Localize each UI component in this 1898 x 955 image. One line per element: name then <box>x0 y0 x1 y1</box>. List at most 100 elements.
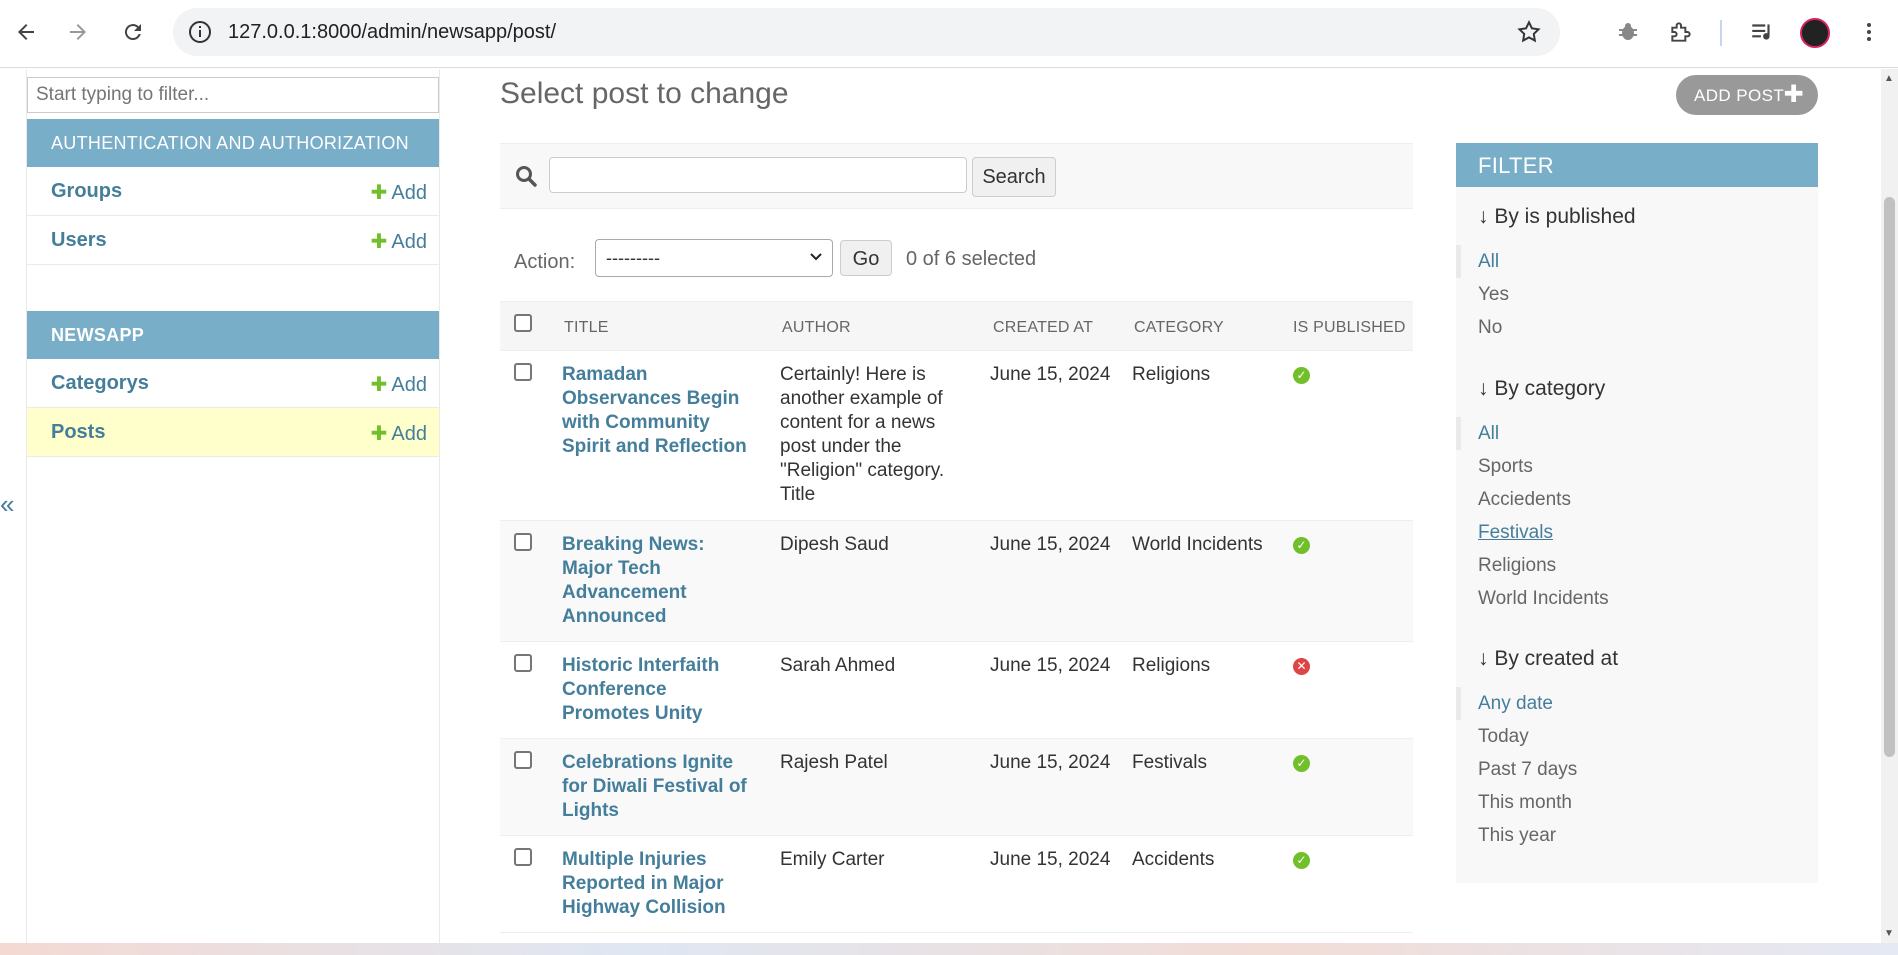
post-author: Certainly! Here is another example of co… <box>780 364 945 505</box>
filter-section-created-at: ↓ By created at Any date Today Past 7 da… <box>1456 647 1818 852</box>
post-category: Religions <box>1132 655 1211 676</box>
nav-filter-input[interactable] <box>27 77 439 113</box>
sidebar-collapse-toggle[interactable]: « <box>0 489 26 520</box>
row-checkbox[interactable] <box>514 533 532 551</box>
action-label: Action: <box>514 251 576 273</box>
published-true-icon: ✓ <box>1293 537 1310 554</box>
admin-page: « AUTHENTICATION AND AUTHORIZATION Group… <box>0 69 1898 943</box>
plus-icon: ✚ <box>1783 81 1804 108</box>
chevron-down-icon <box>808 248 824 269</box>
actions-bar: Action: --------- Go 0 of 6 selected <box>500 239 1413 287</box>
row-checkbox[interactable] <box>514 654 532 672</box>
add-link-categorys[interactable]: ✚ Add <box>371 372 427 397</box>
filter-choice-world-incidents[interactable]: World Incidents <box>1456 582 1818 615</box>
post-category: Accidents <box>1132 849 1215 870</box>
search-button[interactable]: Search <box>972 157 1056 197</box>
post-author: Emily Carter <box>780 849 885 870</box>
select-all-checkbox[interactable] <box>514 314 532 332</box>
action-select-value: --------- <box>606 248 660 268</box>
back-icon[interactable] <box>10 16 42 48</box>
column-header-title[interactable]: TITLE <box>564 319 609 337</box>
filter-choice-all[interactable]: All <box>1456 417 1818 450</box>
published-true-icon: ✓ <box>1293 755 1310 772</box>
row-checkbox[interactable] <box>514 848 532 866</box>
post-created-at: June 15, 2024 <box>990 849 1111 870</box>
filter-choice-sports[interactable]: Sports <box>1456 450 1818 483</box>
published-false-icon: ✕ <box>1293 658 1310 675</box>
column-header-category[interactable]: CATEGORY <box>1134 319 1224 337</box>
extensions-puzzle-icon[interactable] <box>1665 16 1697 48</box>
post-created-at: June 15, 2024 <box>990 752 1111 773</box>
post-title-link[interactable]: Multiple Injuries Reported in Major High… <box>562 848 742 920</box>
nav-sidebar: AUTHENTICATION AND AUTHORIZATION Groups … <box>26 69 440 943</box>
star-icon[interactable] <box>1516 19 1542 45</box>
column-header-is-published[interactable]: IS PUBLISHED <box>1293 319 1406 337</box>
scroll-down-icon[interactable]: ▼ <box>1884 928 1894 939</box>
model-link-groups[interactable]: Groups <box>51 180 122 203</box>
add-label: Add <box>391 423 427 445</box>
add-label: Add <box>391 231 427 253</box>
address-bar[interactable]: 127.0.0.1:8000/admin/newsapp/post/ <box>173 8 1560 56</box>
scroll-up-icon[interactable]: ▲ <box>1884 73 1894 84</box>
filter-choice-no[interactable]: No <box>1456 311 1818 344</box>
post-title-link[interactable]: Historic Interfaith Conference Promotes … <box>562 654 742 726</box>
forward-icon[interactable] <box>62 16 94 48</box>
sidebar-item-categorys: Categorys ✚ Add <box>27 359 439 408</box>
row-checkbox[interactable] <box>514 363 532 381</box>
add-link-posts[interactable]: ✚ Add <box>371 421 427 446</box>
filter-choice-this-year[interactable]: This year <box>1456 819 1818 852</box>
filter-choice-any-date[interactable]: Any date <box>1456 687 1818 720</box>
profile-avatar[interactable] <box>1800 18 1830 48</box>
go-button[interactable]: Go <box>840 240 892 276</box>
table-header: TITLE AUTHOR CREATED AT CATEGORY IS PUBL… <box>500 301 1413 351</box>
column-header-author[interactable]: AUTHOR <box>782 319 851 337</box>
media-queue-icon[interactable] <box>1746 16 1778 48</box>
search-toolbar: Search <box>500 143 1413 209</box>
search-input[interactable] <box>549 157 967 193</box>
post-title-link[interactable]: Ramadan Observances Begin with Community… <box>562 363 752 459</box>
row-checkbox[interactable] <box>514 751 532 769</box>
add-post-button[interactable]: ADD POST ✚ <box>1676 75 1818 115</box>
filter-choice-acciedents[interactable]: Acciedents <box>1456 483 1818 516</box>
column-header-created-at[interactable]: CREATED AT <box>993 319 1093 337</box>
filter-title-created-at[interactable]: ↓ By created at <box>1456 647 1818 671</box>
filter-choice-religions[interactable]: Religions <box>1456 549 1818 582</box>
filter-choice-yes[interactable]: Yes <box>1456 278 1818 311</box>
plus-icon: ✚ <box>370 231 388 253</box>
model-link-posts[interactable]: Posts <box>51 421 105 444</box>
info-icon[interactable] <box>187 19 213 45</box>
filter-title-category[interactable]: ↓ By category <box>1456 377 1818 401</box>
page-scrollbar[interactable]: ▲ ▼ <box>1881 69 1898 943</box>
result-list: TITLE AUTHOR CREATED AT CATEGORY IS PUBL… <box>500 301 1413 933</box>
reload-icon[interactable] <box>117 16 149 48</box>
search-icon <box>514 164 540 190</box>
app-caption-newsapp[interactable]: NEWSAPP <box>27 311 439 359</box>
more-menu-icon[interactable] <box>1853 16 1885 48</box>
filter-choice-festivals[interactable]: Festivals <box>1456 516 1818 549</box>
filter-choice-today[interactable]: Today <box>1456 720 1818 753</box>
filter-choice-past-7-days[interactable]: Past 7 days <box>1456 753 1818 786</box>
post-title-link[interactable]: Breaking News: Major Tech Advancement An… <box>562 533 732 629</box>
action-select[interactable]: --------- <box>595 239 833 277</box>
add-link-users[interactable]: ✚ Add <box>371 229 427 254</box>
add-link-groups[interactable]: ✚ Add <box>371 180 427 205</box>
page-title: Select post to change <box>500 77 789 110</box>
sidebar-item-groups: Groups ✚ Add <box>27 167 439 216</box>
model-link-categorys[interactable]: Categorys <box>51 372 149 395</box>
model-link-users[interactable]: Users <box>51 229 107 252</box>
extension-bug-icon[interactable] <box>1612 16 1644 48</box>
browser-toolbar: 127.0.0.1:8000/admin/newsapp/post/ <box>0 0 1898 68</box>
toolbar-divider <box>1720 20 1722 46</box>
scrollbar-thumb[interactable] <box>1884 197 1895 757</box>
filter-section-category: ↓ By category All Sports Acciedents Fest… <box>1456 377 1818 615</box>
post-title-link[interactable]: Celebrations Ignite for Diwali Festival … <box>562 751 752 823</box>
published-true-icon: ✓ <box>1293 367 1310 384</box>
sidebar-item-users: Users ✚ Add <box>27 216 439 265</box>
filter-section-is-published: ↓ By is published All Yes No <box>1456 205 1818 344</box>
filter-choice-all[interactable]: All <box>1456 245 1818 278</box>
post-created-at: June 15, 2024 <box>990 655 1111 676</box>
filter-title-is-published[interactable]: ↓ By is published <box>1456 205 1818 229</box>
add-label: Add <box>391 182 427 204</box>
app-caption-auth[interactable]: AUTHENTICATION AND AUTHORIZATION <box>27 119 439 167</box>
filter-choice-this-month[interactable]: This month <box>1456 786 1818 819</box>
